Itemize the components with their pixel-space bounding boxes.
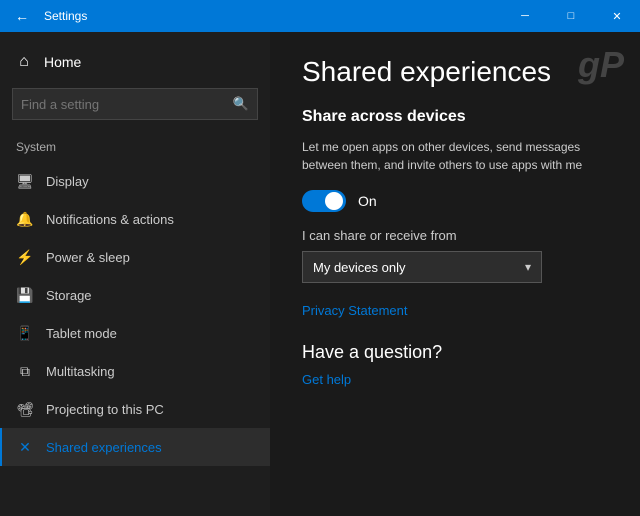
sidebar-item-label: Display (46, 174, 89, 189)
sidebar-item-label: Projecting to this PC (46, 402, 164, 417)
titlebar-left: ← Settings (8, 2, 87, 30)
sidebar-item-shared-experiences[interactable]: ✕ Shared experiences (0, 428, 270, 466)
notifications-icon: 🔔 (16, 210, 34, 228)
toggle-row: On (302, 190, 608, 212)
dropdown-value: My devices only (313, 260, 405, 275)
share-receive-label: I can share or receive from (302, 228, 608, 243)
sidebar-item-tablet[interactable]: 📱 Tablet mode (0, 314, 270, 352)
content-area: gP Shared experiences Share across devic… (270, 32, 640, 516)
get-help-link[interactable]: Get help (302, 372, 351, 387)
question-heading: Have a question? (302, 342, 608, 363)
sidebar: ⌂ Home 🔍 System 🖥 Display 🔔 Notification… (0, 32, 270, 516)
multitasking-icon: ⧉ (16, 362, 34, 380)
share-toggle[interactable] (302, 190, 346, 212)
devices-dropdown[interactable]: My devices only ▾ (302, 251, 542, 283)
sidebar-item-label: Storage (46, 288, 92, 303)
titlebar-controls: ─ □ ✕ (502, 0, 640, 32)
sidebar-item-notifications[interactable]: 🔔 Notifications & actions (0, 200, 270, 238)
privacy-statement-link[interactable]: Privacy Statement (302, 303, 608, 318)
toggle-thumb (325, 192, 343, 210)
tablet-icon: 📱 (16, 324, 34, 342)
toggle-label: On (358, 193, 377, 209)
chevron-down-icon: ▾ (525, 260, 531, 274)
maximize-button[interactable]: □ (548, 0, 594, 32)
sidebar-item-label: Multitasking (46, 364, 115, 379)
titlebar-title: Settings (44, 9, 87, 23)
sidebar-item-display[interactable]: 🖥 Display (0, 162, 270, 200)
page-title: Shared experiences (302, 56, 608, 88)
display-icon: 🖥 (16, 172, 34, 190)
sidebar-home-label: Home (44, 54, 81, 70)
sidebar-item-projecting[interactable]: 📽 Projecting to this PC (0, 390, 270, 428)
sidebar-item-storage[interactable]: 💾 Storage (0, 276, 270, 314)
search-icon: 🔍 (233, 96, 249, 112)
section-description: Let me open apps on other devices, send … (302, 138, 608, 174)
power-icon: ⚡ (16, 248, 34, 266)
projecting-icon: 📽 (16, 400, 34, 418)
section-title: Share across devices (302, 108, 608, 126)
close-button[interactable]: ✕ (594, 0, 640, 32)
minimize-button[interactable]: ─ (502, 0, 548, 32)
sidebar-item-label: Tablet mode (46, 326, 117, 341)
sidebar-item-label: Power & sleep (46, 250, 130, 265)
back-button[interactable]: ← (8, 2, 36, 30)
sidebar-item-multitasking[interactable]: ⧉ Multitasking (0, 352, 270, 390)
search-input[interactable] (21, 97, 233, 112)
sidebar-item-power[interactable]: ⚡ Power & sleep (0, 238, 270, 276)
sidebar-item-label: Notifications & actions (46, 212, 174, 227)
system-label: System (0, 136, 270, 162)
shared-icon: ✕ (16, 438, 34, 456)
titlebar: ← Settings ─ □ ✕ (0, 0, 640, 32)
app-container: ⌂ Home 🔍 System 🖥 Display 🔔 Notification… (0, 32, 640, 516)
sidebar-item-label: Shared experiences (46, 440, 162, 455)
gp-watermark: gP (578, 44, 624, 86)
home-icon: ⌂ (16, 54, 32, 70)
storage-icon: 💾 (16, 286, 34, 304)
sidebar-item-home[interactable]: ⌂ Home (0, 44, 270, 80)
search-box[interactable]: 🔍 (12, 88, 258, 120)
